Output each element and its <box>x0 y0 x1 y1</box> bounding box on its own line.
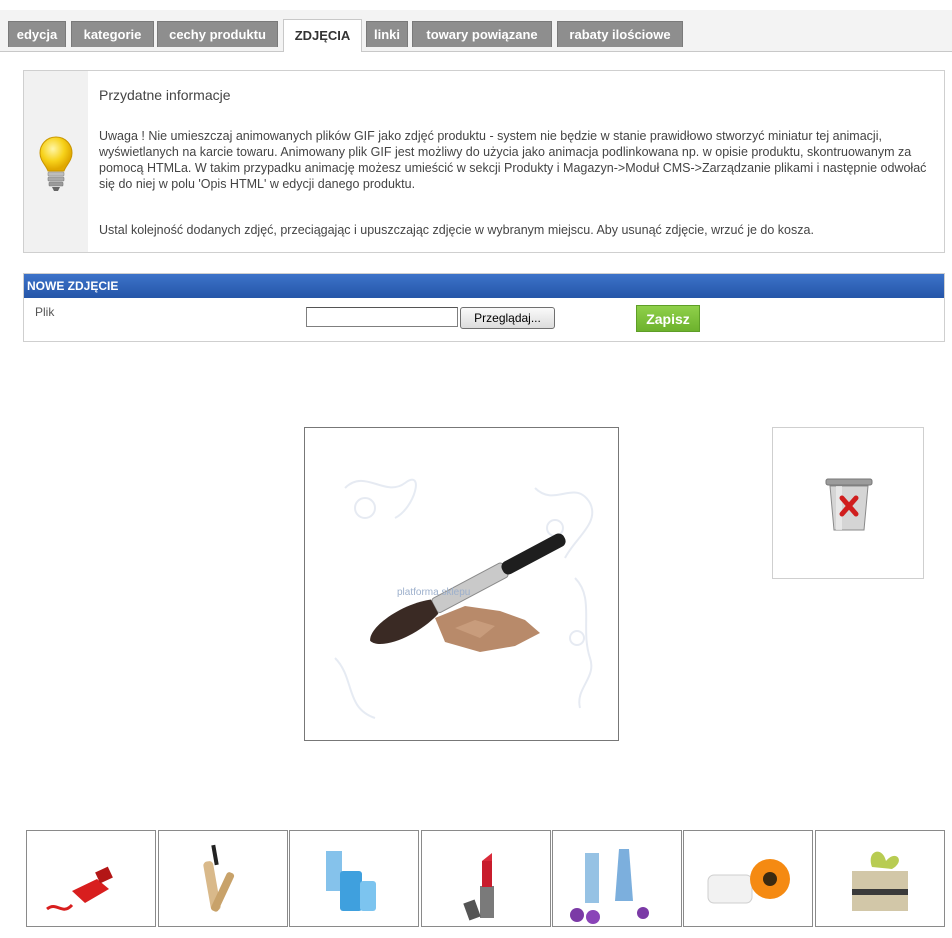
tab-towary-powiazane[interactable]: towary powiązane <box>412 21 552 47</box>
thumbnail-soap[interactable] <box>815 830 945 927</box>
file-label: Plik <box>35 305 55 319</box>
trash-delete-icon <box>825 478 873 531</box>
new-photo-panel: NOWE ZDJĘCIE Plik Przeglądaj... Zapisz <box>23 273 945 342</box>
file-path-input[interactable] <box>306 307 458 327</box>
new-photo-header: NOWE ZDJĘCIE <box>24 274 944 298</box>
thumbnail-cream-jar[interactable] <box>683 830 813 927</box>
thumbnail-mascara[interactable] <box>158 830 288 927</box>
lightbulb-icon <box>39 136 73 191</box>
watermark-text: platforma sklepu <box>397 587 470 598</box>
info-warning-text: Uwaga ! Nie umieszczaj animowanych plikó… <box>99 129 927 191</box>
thumbnail-lipstick[interactable] <box>421 830 551 927</box>
info-icon-column <box>24 71 88 252</box>
tab-rabaty-ilosciowe[interactable]: rabaty ilościowe <box>557 21 683 47</box>
makeup-brush-image: platforma sklepu <box>334 478 594 719</box>
tab-bar: edycja kategorie cechy produktu ZDJĘCIA … <box>0 10 952 52</box>
info-ordering-text: Ustal kolejność dodanych zdjęć, przeciąg… <box>99 223 814 237</box>
tab-linki[interactable]: linki <box>366 21 408 47</box>
tab-kategorie[interactable]: kategorie <box>71 21 154 47</box>
tab-edycja[interactable]: edycja <box>8 21 66 47</box>
thumbnail-cosmetic-bottles[interactable] <box>289 830 419 927</box>
info-title: Przydatne informacje <box>99 87 231 103</box>
thumbnail-nail-polish[interactable] <box>26 830 156 927</box>
main-product-photo[interactable]: platforma sklepu <box>304 427 619 741</box>
browse-button[interactable]: Przeglądaj... <box>460 307 555 329</box>
info-box: Przydatne informacje Uwaga ! Nie umieszc… <box>23 70 945 253</box>
tab-cechy-produktu[interactable]: cechy produktu <box>157 21 278 47</box>
thumbnail-perfume[interactable] <box>552 830 682 927</box>
trash-drop-zone[interactable] <box>772 427 924 579</box>
tab-zdjecia[interactable]: ZDJĘCIA <box>283 19 362 52</box>
save-button[interactable]: Zapisz <box>636 305 700 332</box>
